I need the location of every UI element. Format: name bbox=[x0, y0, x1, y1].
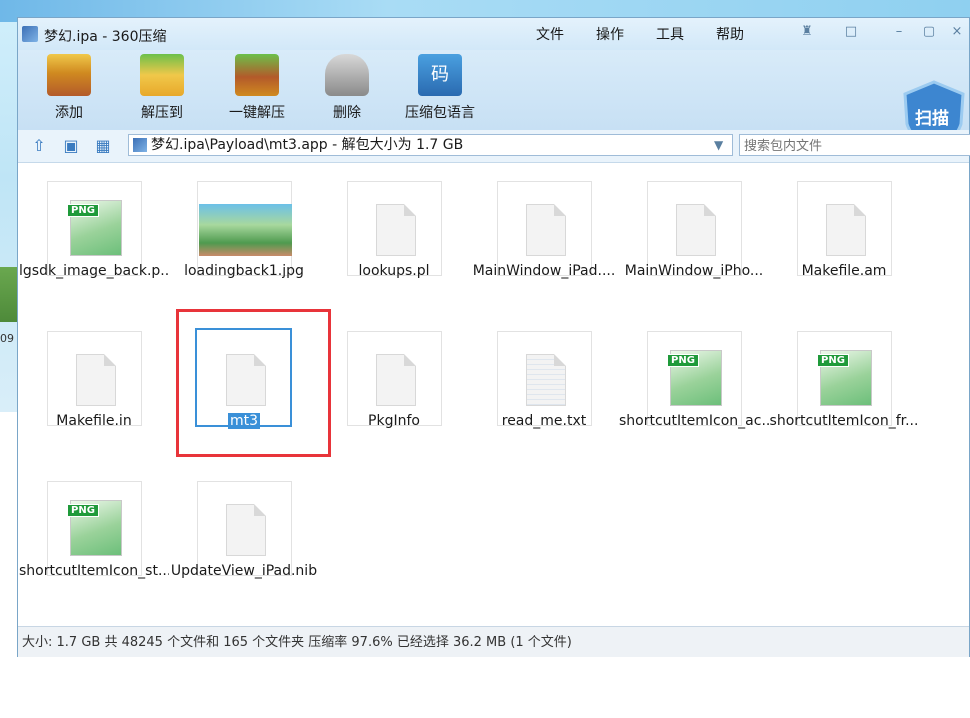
chevron-down-icon[interactable]: ▼ bbox=[714, 135, 730, 155]
file-name: MainWindow_iPad.... bbox=[472, 263, 616, 279]
app-window: 梦幻.ipa - 360压缩 文件 操作 工具 帮助 ♜ □ – ▢ × 添加 … bbox=[17, 17, 970, 657]
status-bar: 大小: 1.7 GB 共 48245 个文件和 165 个文件夹 压缩率 97.… bbox=[18, 626, 969, 657]
file-item[interactable]: MainWindow_iPad.... bbox=[469, 163, 619, 313]
add-icon bbox=[47, 54, 91, 96]
path-field[interactable]: 梦幻.ipa\Payload\mt3.app - 解包大小为 1.7 GB ▼ bbox=[128, 134, 733, 156]
file-name: Makefile.in bbox=[56, 413, 132, 429]
highlight-annotation-box bbox=[176, 309, 331, 457]
file-name: UpdateView_iPad.nib bbox=[170, 563, 318, 579]
delete-button[interactable]: 删除 bbox=[322, 54, 372, 122]
thumbnail: PNG bbox=[797, 331, 892, 426]
file-name: shortcutItemIcon_fr... bbox=[769, 413, 919, 429]
language-code-icon: 码 bbox=[418, 54, 462, 96]
png-file-icon: PNG bbox=[67, 500, 122, 556]
one-click-label: 一键解压 bbox=[229, 105, 285, 121]
file-icon bbox=[376, 354, 416, 406]
png-file-icon: PNG bbox=[817, 350, 872, 406]
large-icon-view-icon[interactable]: ▣ bbox=[60, 136, 82, 156]
archive-language-button[interactable]: 码 压缩包语言 bbox=[402, 54, 478, 122]
thumbnail bbox=[347, 181, 442, 276]
file-name: MainWindow_iPho... bbox=[624, 263, 764, 279]
menu-bar: 文件 操作 工具 帮助 bbox=[536, 24, 744, 44]
thumbnail bbox=[497, 181, 592, 276]
file-name: shortcutItemIcon_ac... bbox=[619, 413, 769, 429]
grid-view-icon[interactable]: ▦ bbox=[92, 136, 114, 156]
menu-file[interactable]: 文件 bbox=[536, 24, 564, 44]
one-click-extract-icon bbox=[235, 54, 279, 96]
file-item[interactable]: MainWindow_iPho... bbox=[619, 163, 769, 313]
extract-to-label: 解压到 bbox=[141, 105, 183, 121]
thumbnail bbox=[47, 331, 142, 426]
skin-icon[interactable]: ♜ bbox=[796, 22, 818, 42]
toolbar: 添加 解压到 一键解压 删除 码 压缩包语言 扫描 bbox=[18, 50, 969, 154]
message-icon[interactable]: □ bbox=[840, 22, 862, 42]
file-item[interactable]: PNG shortcutItemIcon_ac... bbox=[619, 313, 769, 463]
add-label: 添加 bbox=[55, 105, 83, 121]
file-item[interactable]: lookups.pl bbox=[319, 163, 469, 313]
file-name: lgsdk_image_back.p... bbox=[19, 263, 169, 279]
file-name: Makefile.am bbox=[801, 263, 887, 279]
png-file-icon: PNG bbox=[67, 200, 122, 256]
maximize-icon[interactable]: ▢ bbox=[918, 22, 940, 42]
text-file-icon bbox=[526, 354, 566, 406]
jpg-thumbnail-icon bbox=[199, 204, 292, 256]
file-name: lookups.pl bbox=[358, 263, 430, 279]
file-item[interactable]: Makefile.am bbox=[769, 163, 919, 313]
thumbnail: PNG bbox=[47, 181, 142, 276]
thumbnail: PNG bbox=[47, 481, 142, 576]
archive-path-icon bbox=[133, 138, 147, 152]
extract-to-button[interactable]: 解压到 bbox=[134, 54, 190, 122]
file-item[interactable]: read_me.txt bbox=[469, 313, 619, 463]
desktop-text: 09 bbox=[0, 332, 14, 345]
one-click-extract-button[interactable]: 一键解压 bbox=[224, 54, 290, 122]
search-input[interactable] bbox=[739, 134, 970, 156]
path-text: 梦幻.ipa\Payload\mt3.app - 解包大小为 1.7 GB bbox=[151, 137, 464, 153]
thumbnail bbox=[797, 181, 892, 276]
png-file-icon: PNG bbox=[667, 350, 722, 406]
thumbnail bbox=[497, 331, 592, 426]
title-bar: 梦幻.ipa - 360压缩 文件 操作 工具 帮助 ♜ □ – ▢ × bbox=[18, 18, 969, 50]
file-item[interactable]: Makefile.in bbox=[19, 313, 169, 463]
desktop-left-strip: 09 bbox=[0, 22, 18, 412]
trash-icon bbox=[325, 54, 369, 96]
archive-icon bbox=[22, 26, 38, 42]
file-item[interactable]: PNG lgsdk_image_back.p... bbox=[19, 163, 169, 313]
file-item[interactable]: loadingback1.jpg bbox=[169, 163, 319, 313]
file-item[interactable]: PkgInfo bbox=[319, 313, 469, 463]
file-list: PNG lgsdk_image_back.p... loadingback1.j… bbox=[18, 163, 969, 628]
file-icon bbox=[226, 504, 266, 556]
folder-extract-icon bbox=[140, 54, 184, 96]
delete-label: 删除 bbox=[333, 105, 361, 121]
thumbnail bbox=[347, 331, 442, 426]
language-label: 压缩包语言 bbox=[405, 105, 475, 121]
file-name: loadingback1.jpg bbox=[184, 263, 304, 279]
file-name: PkgInfo bbox=[368, 413, 420, 429]
thumbnail bbox=[647, 181, 742, 276]
file-name: shortcutItemIcon_st... bbox=[19, 563, 169, 579]
thumbnail bbox=[197, 181, 292, 276]
window-title: 梦幻.ipa - 360压缩 bbox=[44, 29, 167, 45]
menu-help[interactable]: 帮助 bbox=[716, 24, 744, 44]
file-name: read_me.txt bbox=[501, 413, 587, 429]
file-icon bbox=[826, 204, 866, 256]
file-item[interactable]: PNG shortcutItemIcon_st... bbox=[19, 463, 169, 613]
file-item[interactable]: UpdateView_iPad.nib bbox=[169, 463, 319, 613]
up-arrow-icon[interactable]: ⇧ bbox=[28, 136, 50, 156]
menu-operate[interactable]: 操作 bbox=[596, 24, 624, 44]
add-button[interactable]: 添加 bbox=[44, 54, 94, 122]
minimize-icon[interactable]: – bbox=[888, 22, 910, 42]
file-icon bbox=[76, 354, 116, 406]
file-icon bbox=[676, 204, 716, 256]
scan-label: 扫描 bbox=[915, 109, 949, 129]
address-bar: ⇧ ▣ ▦ 梦幻.ipa\Payload\mt3.app - 解包大小为 1.7… bbox=[18, 130, 970, 163]
thumbnail: PNG bbox=[647, 331, 742, 426]
menu-tools[interactable]: 工具 bbox=[656, 24, 684, 44]
desktop-green-block bbox=[0, 267, 18, 322]
file-icon bbox=[376, 204, 416, 256]
file-item[interactable]: PNG shortcutItemIcon_fr... bbox=[769, 313, 919, 463]
file-icon bbox=[526, 204, 566, 256]
close-icon[interactable]: × bbox=[946, 22, 968, 42]
thumbnail bbox=[197, 481, 292, 576]
